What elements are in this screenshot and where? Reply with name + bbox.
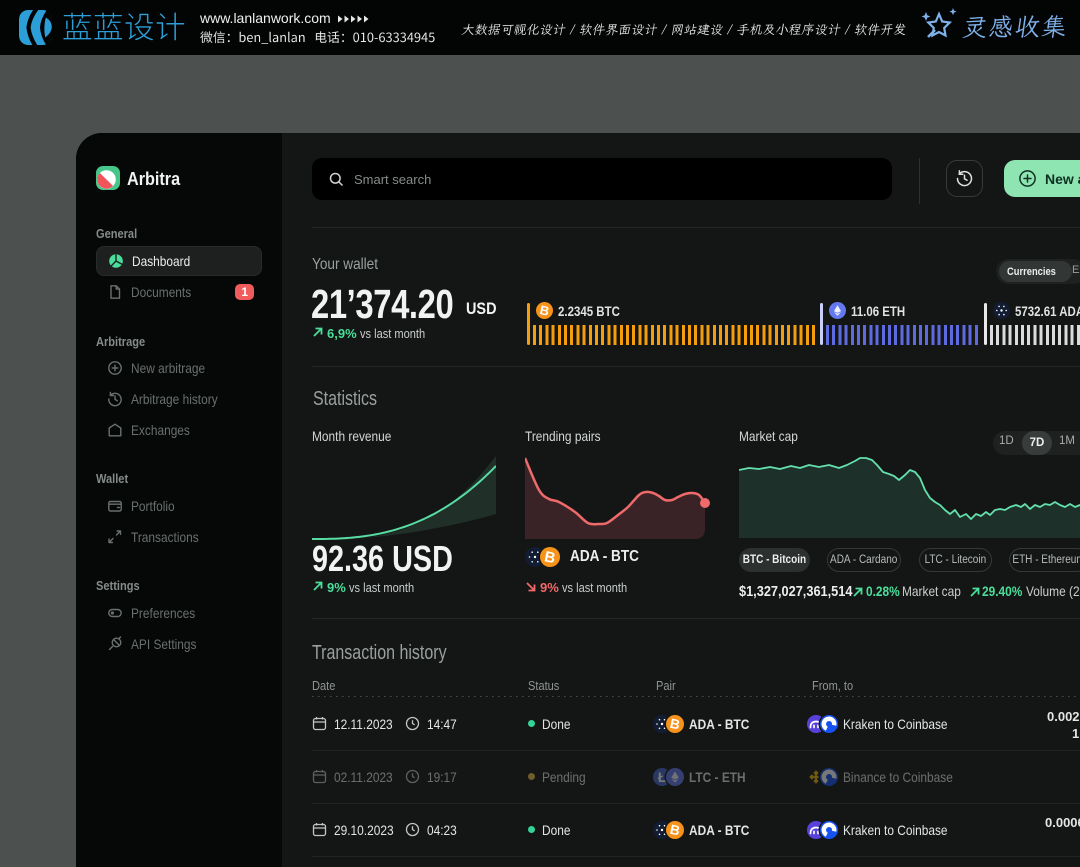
svg-text:www.lanlanwork.com: www.lanlanwork.com [199, 10, 331, 26]
